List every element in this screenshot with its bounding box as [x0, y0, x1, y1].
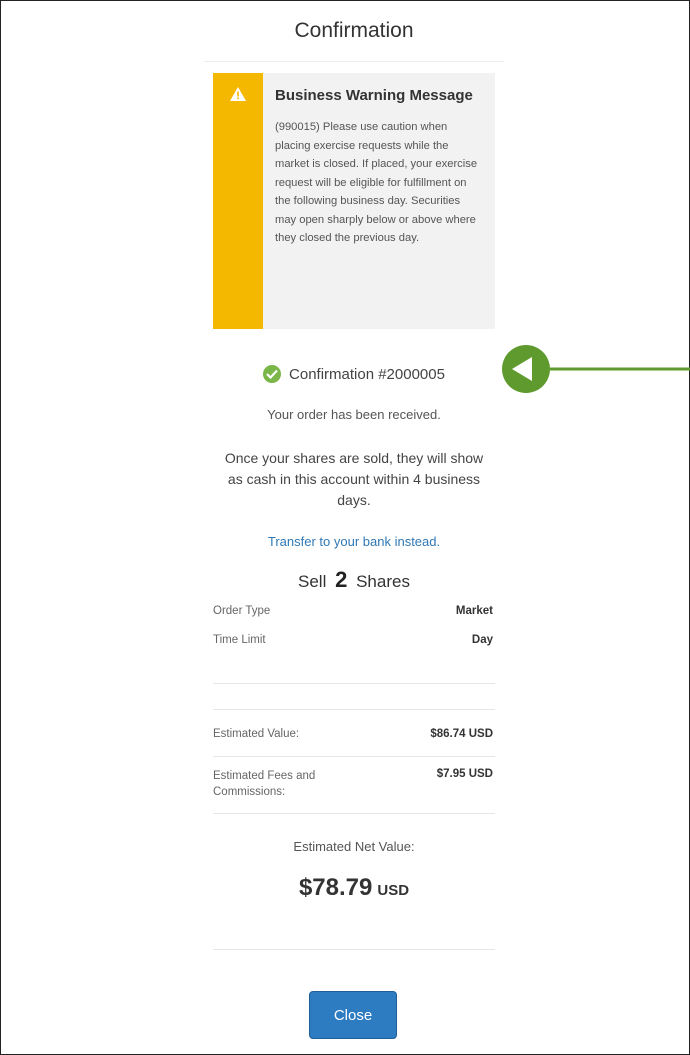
check-circle-icon: [263, 365, 282, 383]
dialog-header: Confirmation: [204, 1, 504, 62]
page-title: Confirmation: [294, 19, 414, 42]
divider: [213, 709, 495, 710]
confirmation-number-row: Confirmation #2000005: [204, 365, 504, 383]
order-received-text: Your order has been received.: [267, 407, 441, 422]
confirmation-panel: Confirmation Business Warning Message (9…: [204, 1, 504, 1039]
warning-icon: [230, 87, 246, 101]
net-value-amount: $78.79: [298, 874, 373, 901]
warning-text: (990015) Please use caution when placing…: [275, 121, 478, 244]
time-limit-label: Time Limit: [213, 634, 266, 646]
transfer-to-bank-link[interactable]: Transfer to your bank instead.: [204, 534, 504, 549]
estimated-fees-row: Estimated Fees and Commissions: $7.95 US…: [213, 768, 493, 800]
warning-stripe: [213, 73, 263, 329]
screenshot-frame: Confirmation Business Warning Message (9…: [0, 0, 690, 1055]
sell-suffix: Shares: [356, 572, 410, 591]
estimated-fees-value: $7.95 USD: [436, 768, 493, 780]
estimated-value: $86.74 USD: [430, 728, 493, 740]
estimated-fees-label: Estimated Fees and Commissions:: [213, 770, 316, 798]
confirmation-number: Confirmation #2000005: [289, 365, 445, 383]
shares-sold-message: Once your shares are sold, they will sho…: [224, 450, 484, 508]
estimated-value-row: Estimated Value: $86.74 USD: [213, 728, 493, 740]
close-button[interactable]: Close: [309, 991, 397, 1039]
warning-title: Business Warning Message: [275, 87, 473, 104]
time-limit-value: Day: [471, 634, 493, 646]
annotation-arrow-icon: [502, 345, 690, 393]
order-type-label: Order Type: [213, 605, 271, 617]
order-type-value: Market: [455, 605, 493, 617]
order-type-row: Order Type Market: [213, 605, 493, 617]
sell-shares-heading: Sell 2 Shares: [204, 567, 504, 593]
estimated-net-value-label: Estimated Net Value:: [293, 839, 415, 854]
share-quantity: 2: [335, 567, 348, 592]
divider: [213, 683, 495, 684]
divider: [213, 949, 495, 950]
sell-prefix: Sell: [298, 572, 327, 591]
business-warning-box: Business Warning Message (990015) Please…: [213, 73, 495, 329]
estimated-net-value: $78.79 USD: [204, 874, 504, 902]
net-value-currency: USD: [377, 882, 410, 899]
divider: [213, 813, 495, 814]
time-limit-row: Time Limit Day: [213, 634, 493, 646]
divider: [213, 756, 495, 757]
estimated-value-label: Estimated Value:: [213, 728, 300, 740]
